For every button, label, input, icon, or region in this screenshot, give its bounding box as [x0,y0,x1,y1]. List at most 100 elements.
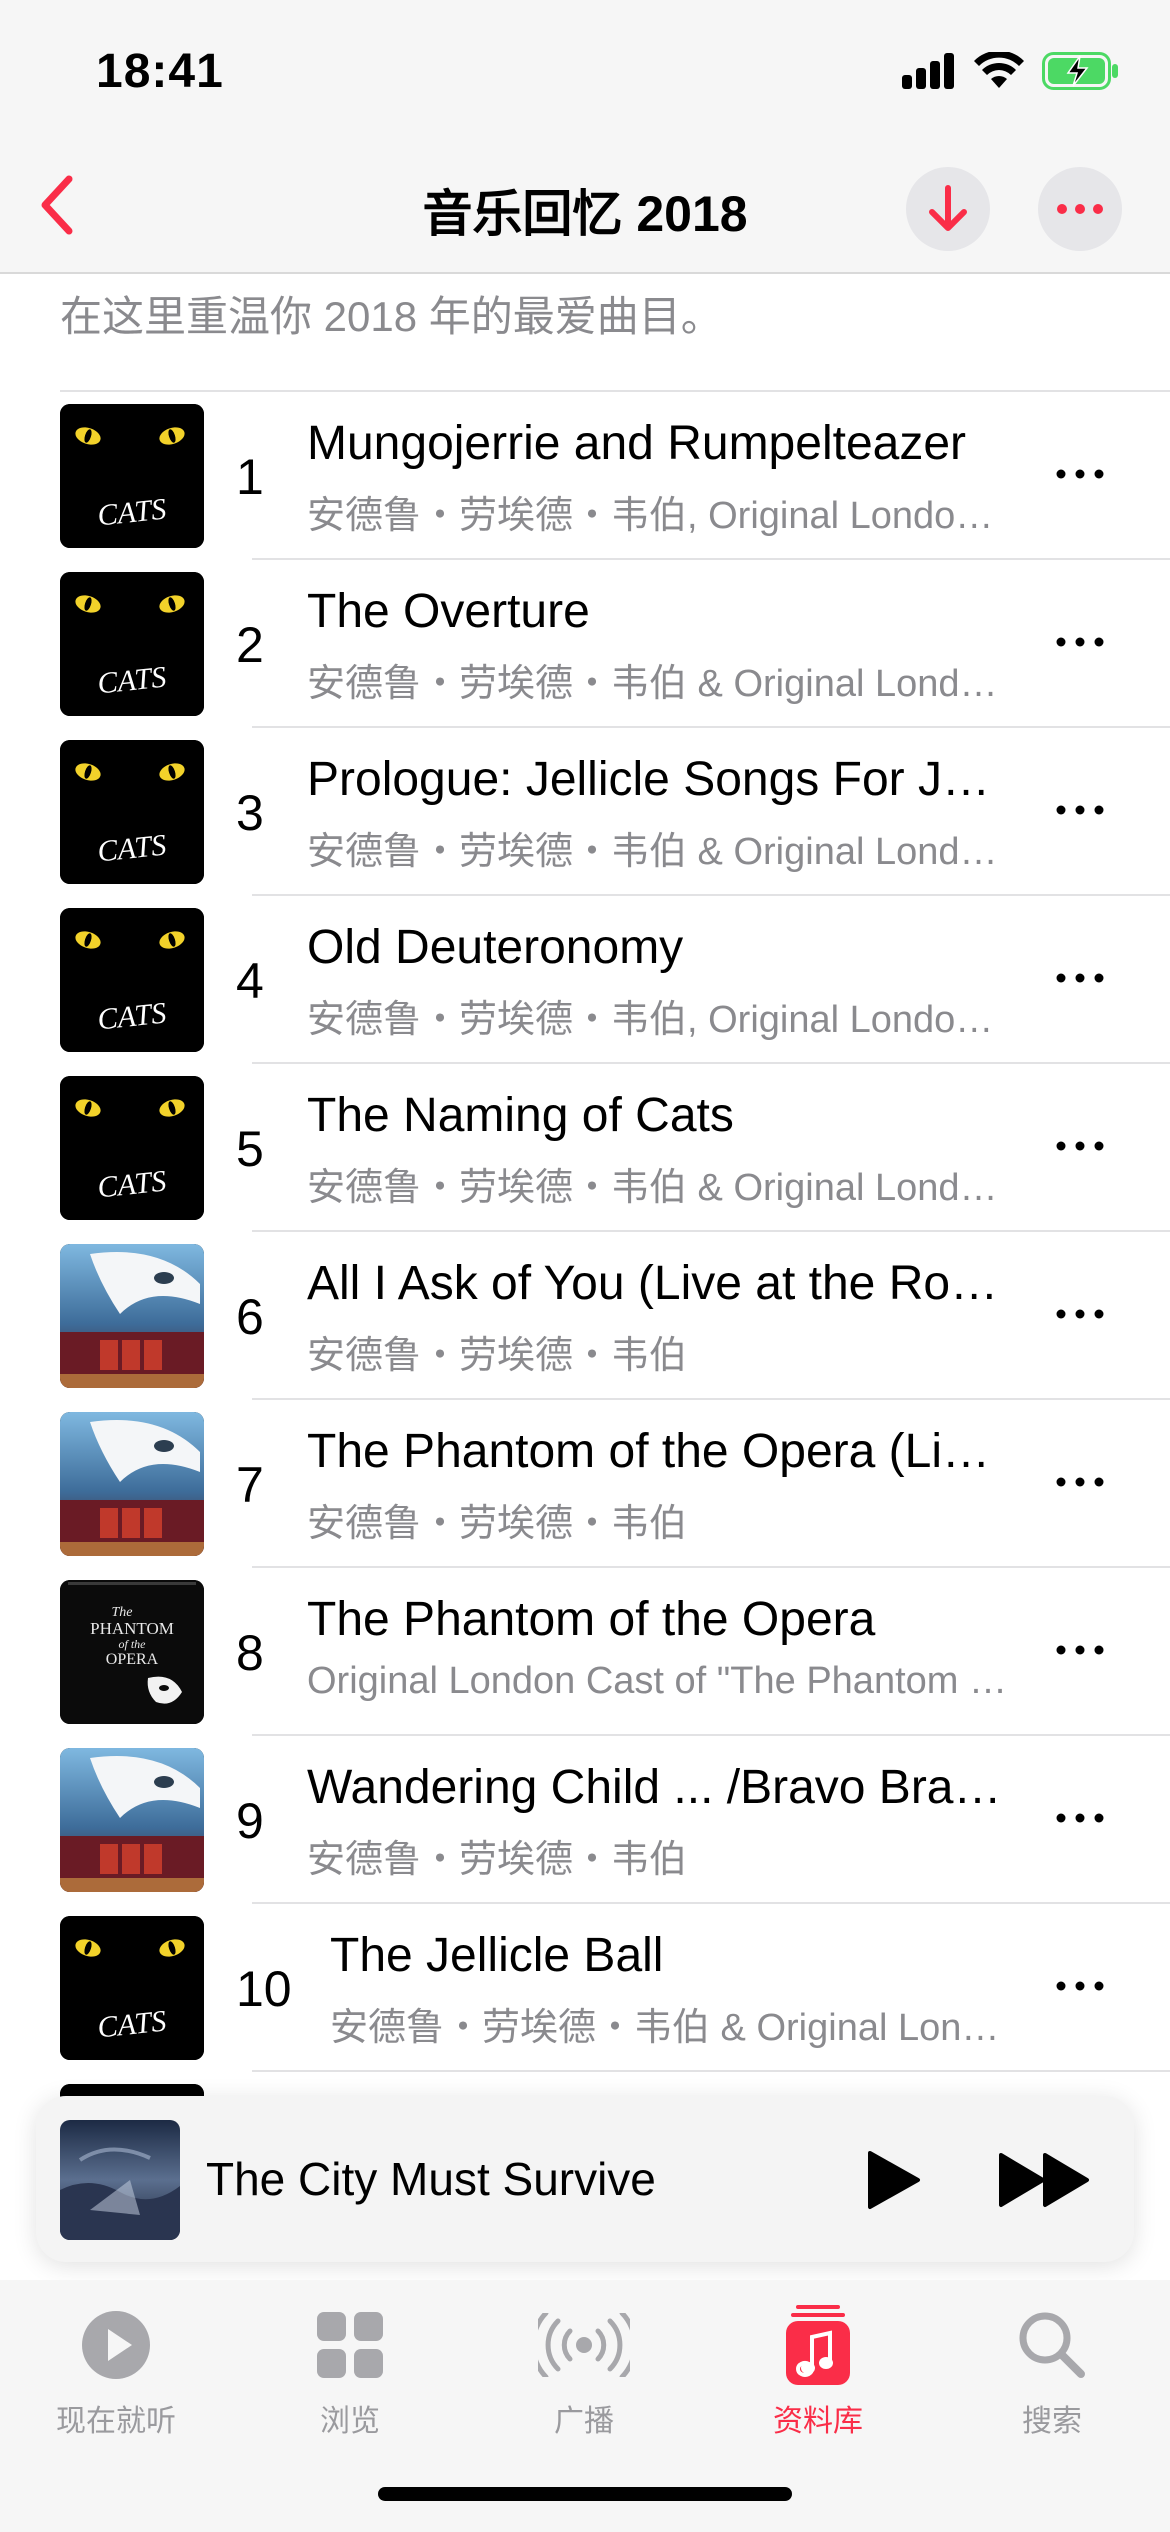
track-row[interactable]: 9 Wandering Child ... /Bravo Bravissimo 安德… [0,1736,1170,1904]
album-artwork: CATS [60,1076,204,1220]
album-artwork: CATS [60,572,204,716]
track-row[interactable]: CATS 3 Prologue: Jellicle Songs For Jellic… [0,728,1170,896]
status-bar: 18:41 [0,0,1170,140]
tab-search[interactable]: 搜索 [962,2300,1142,2440]
album-art-text: PHANTOM [90,1619,174,1638]
track-number: 3 [236,785,264,841]
wifi-icon [974,52,1024,88]
track-artist: 安德鲁・劳埃德・韦伯 & Original London Cast of "Ca… [307,1167,1007,1209]
tab-label: 资料库 [773,2405,863,2438]
track-row[interactable]: CATS 1 Mungojerrie and Rumpelteazer 安德鲁・劳埃德… [0,392,1170,560]
grid-icon [317,2312,383,2378]
track-artist: Original London Cast of "The Phantom of … [307,1660,1007,1702]
play-icon [868,2151,920,2209]
download-arrow-icon [929,185,967,231]
battery-charging-icon [1042,52,1118,90]
track-more-button[interactable] [1040,1788,1120,1848]
track-number: 6 [236,1289,264,1345]
track-title: Wandering Child ... /Bravo Bravissimo [307,1761,1007,1814]
tab-label: 广播 [554,2405,614,2438]
track-number: 4 [236,953,264,1009]
music-library-icon [786,2305,850,2385]
play-button[interactable] [854,2140,934,2220]
track-artist: 安德鲁・劳埃德・韦伯 & Original London Cast of "Ca… [330,2007,1007,2049]
mini-player[interactable]: The City Must Survive [36,2096,1134,2262]
tab-library[interactable]: 资料库 [728,2300,908,2440]
ellipsis-icon [1056,1477,1104,1487]
album-artwork: The PHANTOM of the OPERA [60,1580,204,1724]
track-more-button[interactable] [1040,1284,1120,1344]
album-artwork: CATS [60,404,204,548]
album-artwork [60,1244,204,1388]
track-more-button[interactable] [1040,780,1120,840]
ellipsis-icon [1056,469,1104,479]
track-artist: 安德鲁・劳埃德・韦伯, Original London Cast of "Cat… [307,495,1007,537]
ellipsis-icon [1056,973,1104,983]
track-row[interactable]: CATS 2 The Overture 安德鲁・劳埃德・韦伯 & Original L… [0,560,1170,728]
track-title: Old Deuteronomy [307,921,684,974]
track-artist: 安德鲁・劳埃德・韦伯, Original London Cast of "Cat… [307,999,1007,1041]
album-art-text: OPERA [106,1651,159,1668]
track-title: All I Ask of You (Live at the Royal Albe… [307,1257,1007,1310]
album-artwork: CATS [60,740,204,884]
now-playing-title: The City Must Survive [206,2153,656,2205]
status-icons [902,52,1120,90]
track-title: The Phantom of the Opera (Live) [307,1425,1007,1478]
home-indicator [378,2487,792,2501]
album-artwork [60,1412,204,1556]
track-title: The Naming of Cats [307,1089,734,1142]
more-options-button[interactable] [1038,167,1122,251]
cellular-signal-icon [902,53,954,89]
track-row[interactable]: 7 The Phantom of the Opera (Live) 安德鲁・劳埃德・… [0,1400,1170,1568]
track-number: 8 [236,1625,264,1681]
status-time: 18:41 [96,45,224,98]
track-number: 1 [236,449,264,505]
album-artwork: CATS [60,1916,204,2060]
tab-label: 搜索 [1022,2405,1082,2438]
track-artist: 安德鲁・劳埃德・韦伯 [307,1839,688,1881]
track-list: CATS 1 Mungojerrie and Rumpelteazer 安德鲁・劳埃德… [0,392,1170,2240]
track-more-button[interactable] [1040,1620,1120,1680]
track-more-button[interactable] [1040,1116,1120,1176]
track-number: 5 [236,1121,264,1177]
track-row[interactable]: The PHANTOM of the OPERA 8 The Phantom of the… [0,1568,1170,1736]
album-art-text: The [112,1605,133,1620]
fast-forward-button[interactable] [990,2140,1100,2220]
track-more-button[interactable] [1040,612,1120,672]
track-title: Prologue: Jellicle Songs For Jellicle Ca… [307,753,1007,806]
track-row[interactable]: CATS 10 The Jellicle Ball 安德鲁・劳埃德・韦伯 & Orig… [0,1904,1170,2072]
tab-browse[interactable]: 浏览 [260,2300,440,2440]
ellipsis-icon [1056,1141,1104,1151]
track-row[interactable]: CATS 5 The Naming of Cats 安德鲁・劳埃德・韦伯 & Orig… [0,1064,1170,1232]
track-number: 9 [236,1793,264,1849]
track-more-button[interactable] [1040,1956,1120,2016]
track-title: The Overture [307,585,590,638]
track-artist: 安德鲁・劳埃德・韦伯 & Original London Cast of "Ca… [307,663,1007,705]
track-artist: 安德鲁・劳埃德・韦伯 & Original London Cast of "Ca… [307,831,1007,873]
tab-radio[interactable]: 广播 [494,2300,674,2440]
track-artist: 安德鲁・劳埃德・韦伯 [307,1335,688,1377]
mini-player-artwork [60,2120,180,2240]
track-more-button[interactable] [1040,444,1120,504]
track-title: The Phantom of the Opera [307,1593,876,1646]
track-more-button[interactable] [1040,1452,1120,1512]
track-title: The Jellicle Ball [330,1929,664,1982]
track-artist: 安德鲁・劳埃德・韦伯 [307,1503,688,1545]
tab-label: 现在就听 [56,2405,176,2438]
track-row[interactable]: 6 All I Ask of You (Live at the Royal Alb… [0,1232,1170,1400]
track-row[interactable]: CATS 4 Old Deuteronomy 安德鲁・劳埃德・韦伯, Original… [0,896,1170,1064]
ellipsis-icon [1056,1981,1104,1991]
track-number: 2 [236,617,264,673]
download-button[interactable] [906,167,990,251]
track-more-button[interactable] [1040,948,1120,1008]
tab-label: 浏览 [320,2405,380,2438]
track-number: 7 [236,1457,264,1513]
track-number: 10 [236,1961,292,2017]
album-art-text: of the [119,1637,147,1651]
album-artwork: CATS [60,908,204,1052]
track-title: Mungojerrie and Rumpelteazer [307,417,967,470]
ellipsis-icon [1056,1309,1104,1319]
tab-listen-now[interactable]: 现在就听 [26,2300,206,2440]
ellipsis-icon [1056,637,1104,647]
fast-forward-icon [999,2153,1089,2207]
